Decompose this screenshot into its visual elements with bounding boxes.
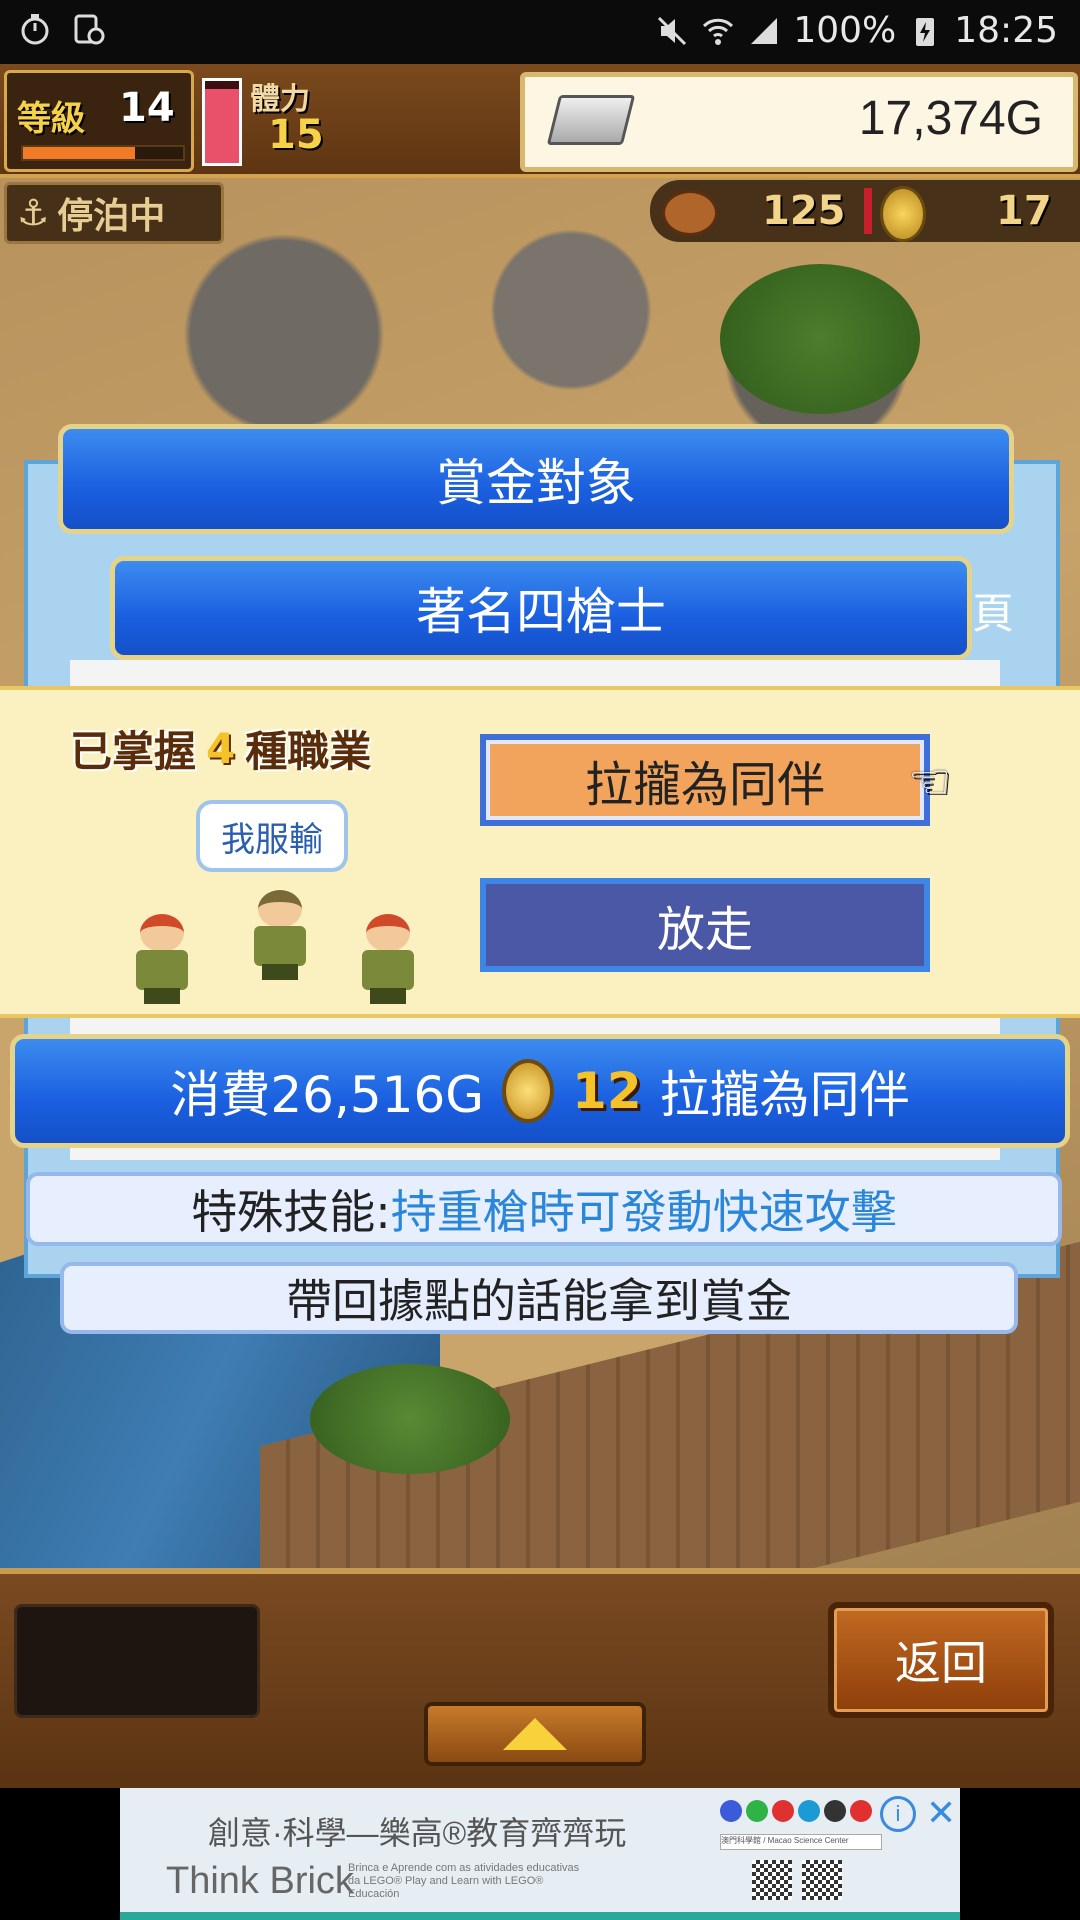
ad-close-icon[interactable]: ✕ [926, 1792, 956, 1834]
level-box: 等級 14 [4, 70, 194, 172]
anchor-icon: ⚓ [17, 192, 50, 234]
mastered-prefix: 已掌握 [70, 727, 197, 776]
resource-bar: 125 17 [650, 180, 1080, 242]
silver-bar-icon [546, 95, 636, 145]
mastered-jobs: 已掌握 4 種職業 [70, 718, 371, 779]
docked-label: 停泊中 [57, 196, 166, 237]
musketeer-sprite [352, 914, 424, 1004]
recruit-button[interactable]: 拉攏為同伴 [480, 734, 930, 826]
hand-pointer-icon: ☜ [908, 754, 952, 810]
dialog-title: 賞金對象 [58, 424, 1014, 534]
stamina-value: 15 [268, 112, 324, 158]
empty-slot [14, 1604, 260, 1718]
target-name: 著名四槍士 [110, 556, 972, 660]
musketeer-group [126, 890, 446, 1010]
back-button[interactable]: 返回 [828, 1602, 1054, 1718]
social-icon [746, 1800, 768, 1822]
cost-prefix: 消費26,516G [170, 1066, 485, 1124]
ad-headline: 創意·科學—樂高®教育齊齊玩 [208, 1815, 627, 1851]
musketeer-sprite [126, 914, 198, 1004]
mastered-count: 4 [206, 724, 236, 773]
musketeer-sprite [244, 890, 316, 980]
special-skill: 特殊技能: 持重槍時可發動快速攻擊 [26, 1172, 1062, 1246]
screenshot-icon [74, 14, 105, 45]
gold-value: 17,374G [858, 92, 1043, 145]
release-button[interactable]: 放走 [480, 878, 930, 972]
speech-bubble: 我服輸 [196, 800, 348, 872]
coin-cost: 12 [572, 1062, 642, 1120]
food-value: 125 [762, 188, 846, 234]
recruit-popup: 已掌握 4 種職業 我服輸 拉攏為同伴 ☜ 放走 [0, 686, 1080, 1018]
level-progress-bar [21, 145, 185, 161]
scroll-up-button[interactable] [424, 1702, 646, 1766]
mute-icon [658, 16, 687, 45]
social-icon [720, 1800, 742, 1822]
ad-small-text: Brinca e Aprende com as atividades educa… [348, 1862, 580, 1900]
coin-icon [880, 186, 926, 242]
up-arrow-icon [503, 1718, 567, 1750]
status-bar: 100% 18:25 [0, 0, 1080, 64]
cost-recruit-button[interactable]: 消費26,516G 12 拉攏為同伴 [10, 1034, 1070, 1148]
social-icon [772, 1800, 794, 1822]
gold-panel: 17,374G [520, 72, 1078, 172]
coin-value: 17 [996, 188, 1052, 234]
mastered-suffix: 種職業 [245, 727, 372, 776]
ad-search: 澳門科學館 / Macao Science Center [720, 1834, 882, 1850]
coin-icon [502, 1059, 555, 1123]
ad-info-icon[interactable]: i [880, 1796, 916, 1832]
meat-icon [662, 190, 718, 236]
level-label: 等級 [17, 99, 85, 139]
bush [310, 1364, 510, 1474]
skill-value: 持重槍時可發動快速攻擊 [390, 1185, 897, 1239]
hud: 等級 14 體力 15 17,374G [0, 64, 1080, 178]
ad-area: 創意·科學—樂高®教育齊齊玩 Think Brick Brinca e Apre… [0, 1788, 1080, 1920]
resource-divider [864, 188, 872, 234]
social-icon [850, 1800, 872, 1822]
hp-bar [202, 78, 242, 166]
docked-status[interactable]: ⚓ 停泊中 [4, 182, 224, 244]
bounty-note: 帶回據點的話能拿到賞金 [60, 1262, 1018, 1334]
signal-icon [751, 17, 778, 44]
level-value: 14 [119, 85, 175, 131]
stopwatch-icon [21, 14, 49, 45]
level-progress-fill [23, 147, 135, 159]
battery-percent: 100% [793, 10, 897, 51]
ad-brand: Think Brick [166, 1860, 354, 1902]
hp-fill [205, 89, 239, 163]
skill-label: 特殊技能: [191, 1185, 391, 1239]
qr-code-icon [752, 1860, 792, 1900]
cost-suffix: 拉攏為同伴 [659, 1066, 910, 1124]
ad-footer-strip [120, 1912, 960, 1920]
wifi-icon [703, 18, 734, 45]
ad-social-icons [720, 1800, 872, 1822]
battery-charging-icon [916, 17, 935, 46]
qr-code-icon [802, 1860, 842, 1900]
page-suffix: 頁 [972, 589, 1015, 638]
clock: 18:25 [954, 10, 1058, 51]
social-icon [798, 1800, 820, 1822]
social-icon [824, 1800, 846, 1822]
bush [720, 264, 920, 414]
bottom-bar: 返回 [0, 1568, 1080, 1794]
ad-banner[interactable]: 創意·科學—樂高®教育齊齊玩 Think Brick Brinca e Apre… [120, 1788, 960, 1920]
